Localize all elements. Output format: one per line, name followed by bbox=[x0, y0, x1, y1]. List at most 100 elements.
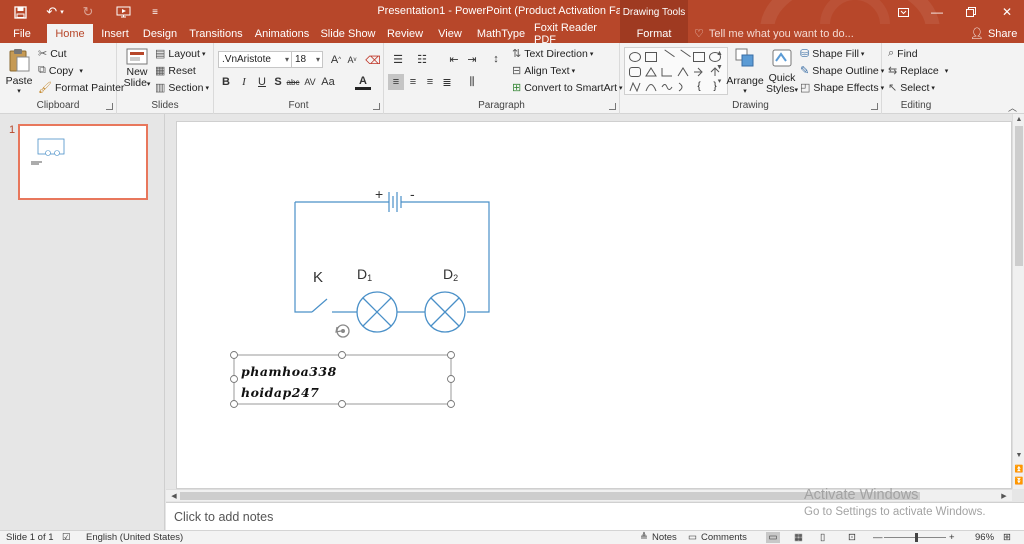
minimize-icon[interactable]: — bbox=[920, 0, 954, 24]
bold-icon[interactable]: B bbox=[218, 74, 234, 90]
circuit-diagram[interactable]: + - K D1 D2 bbox=[177, 122, 1013, 490]
columns-icon[interactable]: ⫼ bbox=[464, 74, 480, 90]
copy-button[interactable]: ⧉ Copy ▾ bbox=[38, 64, 83, 77]
slideshow-icon[interactable]: ⊡ bbox=[848, 532, 856, 543]
share-button[interactable]: 👤︎ Share bbox=[970, 24, 1017, 43]
reading-view-icon[interactable]: ▯ bbox=[820, 532, 825, 543]
tab-mathtype[interactable]: MathType bbox=[474, 24, 528, 43]
textbox-line-2[interactable]: hoidap247 bbox=[241, 385, 319, 400]
ribbon-display-options-icon[interactable] bbox=[886, 0, 920, 24]
scroll-up-icon[interactable]: ▲ bbox=[1013, 114, 1024, 124]
shadow-icon[interactable]: S bbox=[270, 74, 286, 90]
increase-font-size-icon[interactable]: A ^ bbox=[328, 52, 344, 68]
new-slide-button[interactable]: New Slide▾ bbox=[123, 47, 151, 90]
tab-view[interactable]: View bbox=[432, 24, 468, 43]
tab-foxit-reader-pdf[interactable]: Foxit Reader PDF bbox=[534, 22, 616, 46]
shape-icon[interactable] bbox=[629, 52, 641, 62]
zoom-out-icon[interactable]: — bbox=[873, 532, 883, 543]
align-center-icon[interactable]: ≡ bbox=[405, 74, 421, 90]
fit-slide-icon[interactable]: ⊞ bbox=[1003, 532, 1011, 543]
convert-smartart-button[interactable]: ⊞ Convert to SmartArt ▾ bbox=[512, 81, 623, 95]
shape-icon[interactable] bbox=[629, 81, 641, 93]
tab-animations[interactable]: Animations bbox=[252, 24, 312, 43]
paragraph-launcher-icon[interactable] bbox=[609, 103, 616, 110]
font-name-combo[interactable]: .VnAristote ▾ bbox=[218, 51, 292, 68]
format-painter-button[interactable]: 🖌︎ Format Painter bbox=[38, 81, 124, 95]
numbering-icon[interactable]: ☷ bbox=[414, 51, 430, 67]
shape-icon[interactable] bbox=[677, 67, 689, 77]
decrease-indent-icon[interactable]: ⇤ bbox=[446, 51, 462, 67]
previous-slide-icon[interactable]: ⏫ bbox=[1013, 464, 1024, 474]
arrange-button[interactable]: Arrange ▾ bbox=[726, 47, 764, 95]
shape-icon[interactable] bbox=[661, 67, 673, 77]
clipboard-launcher-icon[interactable] bbox=[106, 103, 113, 110]
shape-icon[interactable] bbox=[677, 82, 689, 92]
font-launcher-icon[interactable] bbox=[373, 103, 380, 110]
normal-view-icon[interactable]: ▭ bbox=[766, 532, 780, 543]
spell-check-icon[interactable]: ☑ bbox=[62, 532, 71, 543]
shapes-scroll[interactable]: ▲ ▼ ▾ bbox=[716, 47, 723, 89]
cut-button[interactable]: ✂ Cut bbox=[38, 47, 67, 61]
zoom-level[interactable]: 96% bbox=[975, 532, 994, 543]
lamp-d2[interactable] bbox=[424, 291, 466, 333]
shape-fill-button[interactable]: ⛁ Shape Fill ▾ bbox=[800, 47, 864, 61]
restore-icon[interactable] bbox=[954, 0, 988, 24]
tab-home[interactable]: Home bbox=[47, 24, 93, 43]
quick-styles-button[interactable]: Quick Styles▾ bbox=[766, 47, 798, 96]
align-right-icon[interactable]: ≡ bbox=[422, 74, 438, 90]
clear-formatting-icon[interactable]: ⌫ bbox=[365, 52, 381, 68]
shape-icon[interactable] bbox=[645, 52, 657, 62]
layout-button[interactable]: ▤ Layout ▾ bbox=[155, 47, 205, 61]
lamp-d1[interactable] bbox=[356, 291, 398, 333]
vertical-scrollbar[interactable]: ▲ ▼ ⏫ ⏬ bbox=[1012, 114, 1024, 489]
shape-icon[interactable] bbox=[645, 67, 657, 77]
shape-icon[interactable] bbox=[661, 82, 673, 92]
save-icon[interactable] bbox=[10, 0, 30, 24]
shape-effects-button[interactable]: ◰ Shape Effects ▾ bbox=[800, 81, 884, 95]
zoom-in-icon[interactable]: + bbox=[949, 532, 955, 543]
italic-icon[interactable]: I bbox=[236, 74, 252, 90]
language-indicator[interactable]: English (United States) bbox=[86, 532, 183, 543]
scroll-right-icon[interactable]: ▶ bbox=[998, 490, 1010, 501]
underline-icon[interactable]: U bbox=[254, 74, 270, 90]
customize-toolbar-icon[interactable]: ≡ bbox=[148, 0, 162, 24]
align-left-icon[interactable]: ≡ bbox=[388, 74, 404, 90]
select-button[interactable]: ↖ Select ▾ bbox=[888, 81, 935, 95]
strikethrough-icon[interactable]: abc bbox=[285, 74, 301, 90]
shape-icon[interactable] bbox=[645, 82, 657, 92]
shapes-gallery[interactable]: { } bbox=[624, 47, 728, 95]
tab-format[interactable]: Format bbox=[620, 24, 688, 43]
notes-toggle-button[interactable]: ≜ Notes bbox=[640, 532, 677, 543]
undo-icon[interactable]: ↶ ▾ bbox=[44, 0, 66, 24]
reset-button[interactable]: ▦ Reset bbox=[155, 64, 196, 78]
align-text-button[interactable]: ⊟ Align Text ▾ bbox=[512, 64, 575, 78]
start-from-beginning-icon[interactable] bbox=[114, 0, 132, 24]
paste-button[interactable]: Paste ▾ bbox=[6, 47, 32, 95]
shape-icon[interactable] bbox=[675, 49, 691, 65]
shape-icon[interactable] bbox=[693, 52, 705, 62]
find-button[interactable]: ⌕ Find bbox=[888, 47, 918, 60]
font-size-combo[interactable]: 18 ▾ bbox=[291, 51, 323, 68]
comments-button[interactable]: ▭ Comments bbox=[688, 532, 747, 543]
tell-me-search[interactable]: ♡ Tell me what you want to do... bbox=[694, 24, 854, 43]
vertical-scroll-thumb[interactable] bbox=[1015, 126, 1023, 266]
text-direction-button[interactable]: ⇅ Text Direction ▾ bbox=[512, 47, 593, 61]
collapse-ribbon-icon[interactable]: ︿ bbox=[1008, 101, 1017, 114]
shape-icon[interactable] bbox=[659, 49, 675, 65]
character-spacing-icon[interactable]: AV bbox=[302, 74, 318, 90]
tab-insert[interactable]: Insert bbox=[96, 24, 134, 43]
line-spacing-icon[interactable]: ↕ bbox=[488, 51, 504, 67]
textbox-line-1[interactable]: phamhoa338 bbox=[241, 364, 337, 379]
scroll-left-icon[interactable]: ◀ bbox=[168, 490, 180, 501]
justify-icon[interactable]: ≣ bbox=[439, 74, 455, 90]
tab-transitions[interactable]: Transitions bbox=[188, 24, 244, 43]
tab-file[interactable]: File bbox=[0, 24, 44, 43]
tab-design[interactable]: Design bbox=[140, 24, 180, 43]
shape-icon[interactable] bbox=[693, 67, 705, 77]
tab-slide-show[interactable]: Slide Show bbox=[320, 24, 376, 43]
slide-sorter-icon[interactable]: ▦ bbox=[794, 532, 803, 543]
switch[interactable] bbox=[311, 298, 328, 313]
shape-icon[interactable] bbox=[629, 67, 641, 77]
shape-outline-button[interactable]: ✎ Shape Outline ▾ bbox=[800, 64, 884, 78]
zoom-slider-thumb[interactable] bbox=[915, 533, 918, 542]
